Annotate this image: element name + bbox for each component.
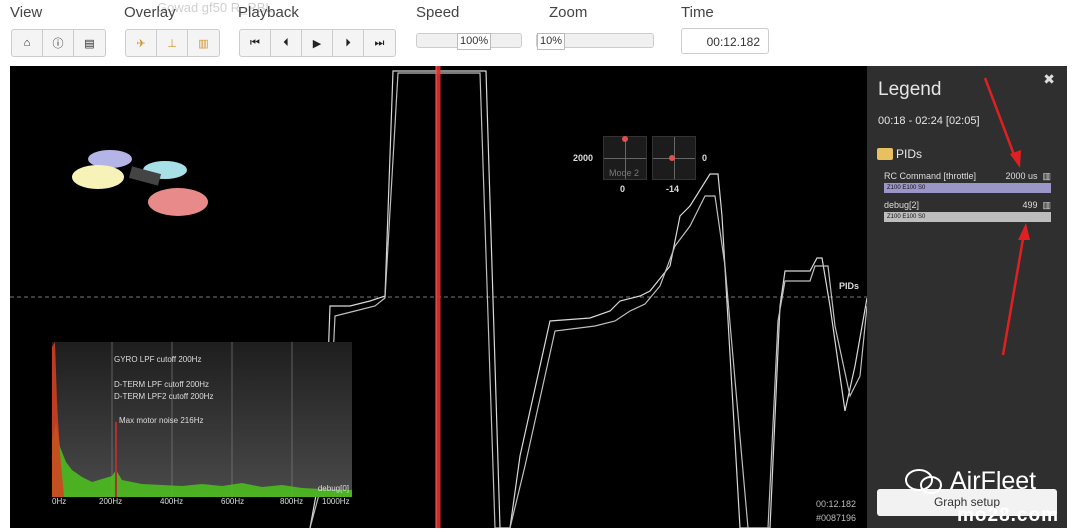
time-readout: 00:12.182 bbox=[815, 499, 856, 509]
propeller-rear-left bbox=[72, 165, 124, 189]
legend-series-item[interactable]: RC Command [throttle] 2000 us ▥ Z100 E100… bbox=[884, 171, 1051, 193]
spectrum-tick: 600Hz bbox=[221, 497, 245, 506]
info-button[interactable]: ⓘ bbox=[43, 30, 74, 56]
next-icon: ⏵ bbox=[345, 36, 351, 49]
series-color-bar: Z100 E100 S0 bbox=[884, 183, 1051, 193]
gyro-lpf-note: GYRO LPF cutoff 200Hz bbox=[114, 355, 202, 364]
dterm-lpf2-note: D-TERM LPF2 cutoff 200Hz bbox=[114, 392, 214, 401]
spectrum-tick: 1000Hz bbox=[322, 497, 350, 506]
stick-right-bottom: -14 bbox=[666, 184, 680, 194]
sticks-icon: ⊥ bbox=[167, 37, 177, 50]
series-value: 2000 us bbox=[1005, 171, 1038, 181]
spectrum-tick: 800Hz bbox=[280, 497, 304, 506]
analyse-icon[interactable]: ▥ bbox=[1042, 200, 1051, 210]
prev-frame-button[interactable]: ⏴ bbox=[271, 30, 302, 56]
spectrum-series-label: debug[0] bbox=[317, 484, 349, 493]
info-icon: ⓘ bbox=[52, 38, 64, 50]
zoom-label: Zoom bbox=[549, 4, 588, 21]
close-icon[interactable]: ✖ bbox=[1043, 71, 1055, 88]
spectrum-overlay-button[interactable]: ▥ bbox=[188, 30, 219, 56]
wechat-icon bbox=[905, 469, 942, 494]
view-button-group: ⌂ ⓘ ▤ bbox=[11, 29, 106, 57]
spectrum-icon: ▥ bbox=[198, 37, 209, 50]
analyse-icon[interactable]: ▥ bbox=[1042, 171, 1051, 181]
speed-label: Speed bbox=[416, 4, 460, 21]
craft-icon: ✈ bbox=[136, 37, 146, 50]
play-icon: ▶ bbox=[312, 37, 322, 50]
motor-noise-note: Max motor noise 216Hz bbox=[119, 416, 204, 425]
folder-icon bbox=[877, 148, 893, 160]
overlay-button-group: ✈ ⊥ ▥ bbox=[125, 29, 220, 57]
time-input[interactable]: 00:12.182 bbox=[681, 28, 769, 54]
stick-left-dot bbox=[622, 136, 628, 142]
speed-slider[interactable]: 100% bbox=[416, 33, 522, 50]
legend-time-range: 00:18 - 02:24 [02:05] bbox=[878, 115, 980, 127]
prev-icon: ⏴ bbox=[283, 36, 289, 49]
stick-left-value: 2000 bbox=[573, 153, 594, 163]
first-frame-button[interactable]: ⏮ bbox=[240, 30, 271, 56]
first-icon: ⏮ bbox=[250, 36, 260, 49]
spectrum-tick: 0Hz bbox=[52, 497, 67, 506]
stick-right-value: 0 bbox=[702, 153, 708, 163]
legend-panel: Legend ✖ 00:18 - 02:24 [02:05] PIDs RC C… bbox=[867, 66, 1067, 528]
playback-button-group: ⏮ ⏴ ▶ ⏵ ⏭ bbox=[239, 29, 396, 57]
series-name: RC Command [throttle] bbox=[884, 171, 977, 181]
debug-2-trace bbox=[309, 72, 867, 528]
stick-left-bottom: 0 bbox=[620, 184, 626, 194]
stick-right-dot bbox=[669, 155, 675, 161]
watermark-site: mo28.com bbox=[957, 505, 1059, 526]
legend-group-label: PIDs bbox=[896, 147, 923, 161]
overlay-label: Overlay bbox=[124, 4, 176, 21]
spectrum-tick: 400Hz bbox=[160, 497, 184, 506]
legend-group-pids[interactable]: PIDs bbox=[877, 147, 922, 161]
series-name: debug[2] bbox=[884, 200, 920, 210]
view-label: View bbox=[10, 4, 43, 21]
propeller-rear-right bbox=[148, 188, 208, 216]
stick-right-box bbox=[652, 136, 696, 180]
next-frame-button[interactable]: ⏵ bbox=[333, 30, 364, 56]
spectrum-fill bbox=[52, 422, 352, 497]
stick-mode-label: Mode 2 bbox=[609, 168, 640, 178]
watermark-brand: AirFleet bbox=[950, 467, 1037, 495]
home-button[interactable]: ⌂ bbox=[12, 30, 43, 56]
speed-value: 100% bbox=[457, 33, 492, 50]
play-button[interactable]: ▶ bbox=[302, 30, 333, 56]
frame-readout: #0087196 bbox=[815, 513, 856, 523]
series-value: 499 bbox=[1022, 200, 1038, 210]
sticks-overlay-button[interactable]: ⊥ bbox=[157, 30, 188, 56]
time-label: Time bbox=[681, 4, 714, 21]
dterm-lpf-note: D-TERM LPF cutoff 200Hz bbox=[114, 380, 209, 389]
zoom-slider[interactable]: 10% bbox=[536, 33, 654, 50]
series-color-bar: Z100 E100 S0 bbox=[884, 212, 1051, 222]
table-button[interactable]: ▤ bbox=[74, 30, 105, 56]
last-frame-button[interactable]: ⏭ bbox=[364, 30, 395, 56]
stick-left-box: Mode 2 bbox=[603, 136, 647, 180]
craft-overlay-button[interactable]: ✈ bbox=[126, 30, 157, 56]
table-icon: ▤ bbox=[84, 37, 95, 50]
playback-label: Playback bbox=[238, 4, 299, 21]
last-icon: ⏭ bbox=[374, 36, 385, 49]
spectrum-tick: 200Hz bbox=[99, 497, 123, 506]
home-icon: ⌂ bbox=[23, 37, 31, 49]
legend-series-item[interactable]: debug[2] 499 ▥ Z100 E100 S0 bbox=[884, 200, 1051, 222]
craft-overlay bbox=[72, 150, 208, 216]
rc-throttle-trace bbox=[309, 70, 867, 528]
legend-title: Legend bbox=[878, 79, 942, 100]
pids-axis-label: PIDs bbox=[838, 281, 859, 291]
zoom-value: 10% bbox=[537, 33, 566, 50]
spectrum-overlay: GYRO LPF cutoff 200Hz D-TERM LPF cutoff … bbox=[52, 342, 352, 506]
